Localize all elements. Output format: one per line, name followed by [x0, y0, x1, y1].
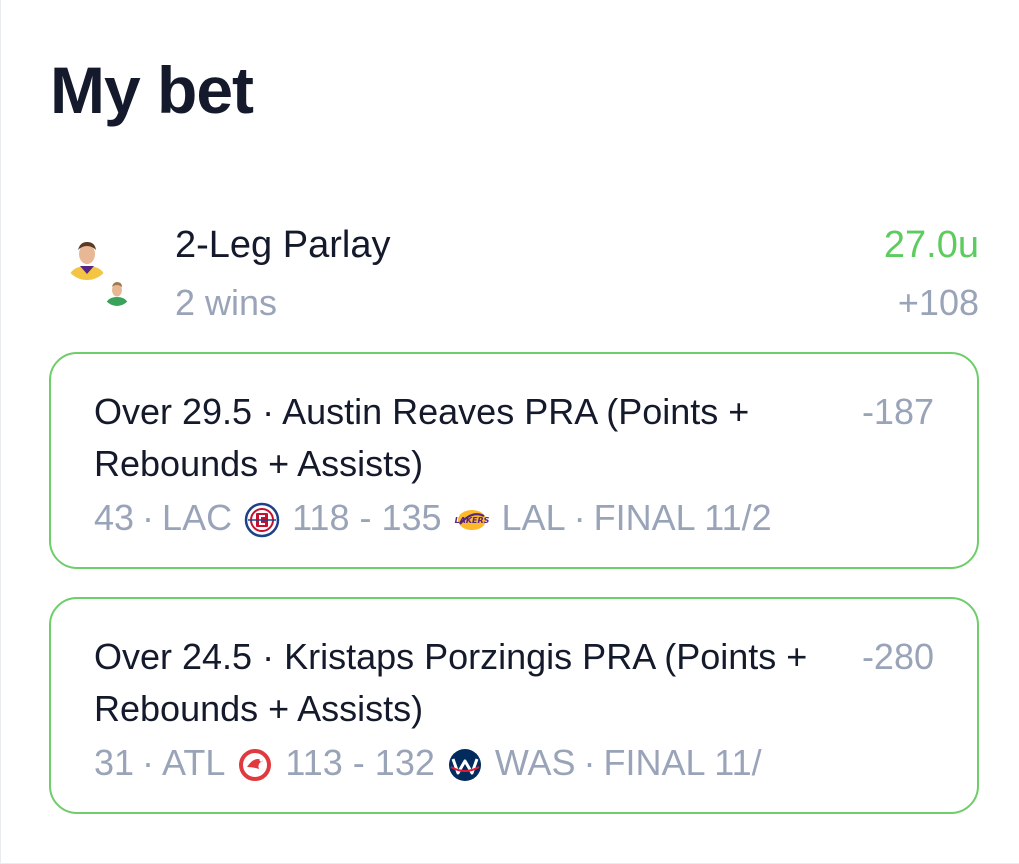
bet-sheet: My bet 2-Leg Parlay 2 wins 27.0u +108 Ov…: [0, 0, 1019, 864]
game-score: 118 - 135: [292, 497, 442, 538]
player-avatar-austin-reaves: [64, 234, 110, 280]
player-avatar-kristaps-porzingis: [103, 278, 131, 306]
away-team: LAC: [162, 497, 233, 538]
svg-text:LAKERS: LAKERS: [454, 516, 489, 525]
page-title: My bet: [50, 53, 254, 127]
parlay-units: 27.0u: [883, 224, 979, 266]
leg-description: Over 29.5 · Austin Reaves PRA (Points + …: [94, 391, 750, 484]
parlay-summary[interactable]: 2-Leg Parlay 2 wins 27.0u +108: [0, 216, 1019, 326]
game-score: 113 - 132: [285, 742, 435, 783]
leg-card[interactable]: Over 29.5 · Austin Reaves PRA (Points + …: [49, 352, 979, 569]
leg-game-status: 31 · ATL 113 - 132 WAS · FINAL 11/: [94, 737, 834, 789]
lakers-logo-icon: LAKERS: [454, 500, 490, 536]
leg-stat-value: 43: [94, 497, 135, 538]
home-team: WAS: [494, 742, 576, 783]
parlay-title: 2-Leg Parlay: [175, 224, 391, 266]
hawks-logo-icon: [237, 745, 273, 781]
wizards-logo-icon: [447, 745, 483, 781]
game-final-status: FINAL 11/: [603, 742, 762, 783]
game-final-status: FINAL 11/2: [593, 497, 772, 538]
home-team: LAL: [501, 497, 566, 538]
leg-game-status: 43 · LAC 118 - 135 LAKERS LAL · FINAL 11…: [94, 492, 834, 544]
clippers-logo-icon: [244, 500, 280, 538]
leg-stat-value: 31: [94, 742, 135, 783]
parlay-result: 2 wins: [175, 282, 278, 323]
parlay-odds: +108: [897, 282, 979, 323]
leg-description: Over 24.5 · Kristaps Porzingis PRA (Poin…: [94, 636, 808, 729]
away-team: ATL: [162, 742, 226, 783]
leg-card[interactable]: Over 24.5 · Kristaps Porzingis PRA (Poin…: [49, 597, 979, 814]
leg-odds: -280: [861, 636, 934, 677]
leg-odds: -187: [861, 391, 934, 432]
